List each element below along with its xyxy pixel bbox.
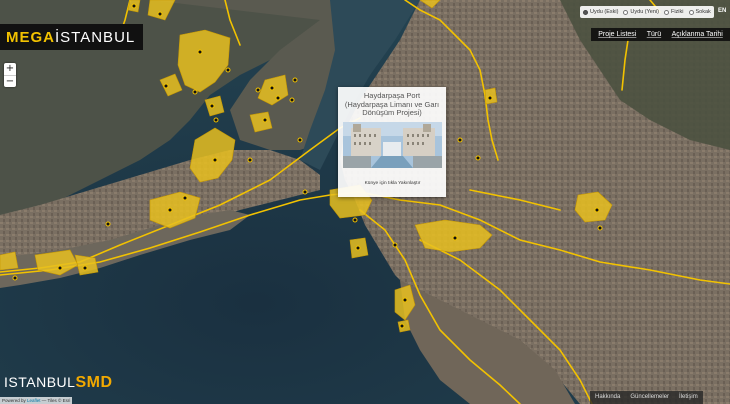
- dot-marker-icon: [475, 155, 481, 161]
- footer-links: Hakkında Güncellemeler İletişim: [590, 391, 703, 404]
- dot-marker-icon: [209, 103, 215, 109]
- popup-title: Haydarpaşa Port (Haydarpaşa Limanı ve Ga…: [344, 91, 440, 117]
- dot-marker-icon: [392, 242, 398, 248]
- layer-option-satellite-old[interactable]: Uydu (Eski): [583, 9, 618, 15]
- project-popup[interactable]: Haydarpaşa Port (Haydarpaşa Limanı ve Ga…: [338, 87, 446, 197]
- dot-marker-icon: [487, 95, 493, 101]
- dot-marker-icon: [192, 89, 198, 95]
- layer-option-label: Sokak: [695, 9, 711, 15]
- attribution-powered-by: Powered by: [2, 398, 28, 403]
- dot-marker-icon: [597, 225, 603, 231]
- menu-announcement-date[interactable]: Açıklanma Tarihi: [672, 31, 723, 38]
- haydarpasa-photo: [343, 122, 442, 168]
- dot-marker-icon: [457, 137, 463, 143]
- logo-mega: MEGA: [6, 29, 55, 46]
- radio-icon[interactable]: [663, 9, 669, 15]
- layer-switcher: Uydu (Eski) Uydu (Yeni) Fiziki Sokak: [580, 6, 714, 18]
- menu-type[interactable]: Türü: [647, 31, 661, 38]
- dot-marker-icon: [262, 117, 268, 123]
- brand-smd: SMD: [75, 374, 113, 391]
- dot-marker-icon: [12, 275, 18, 281]
- dot-marker-icon: [182, 195, 188, 201]
- leaflet-link[interactable]: Leaflet: [27, 398, 41, 403]
- brand-istanbul: ISTANBUL: [4, 374, 76, 390]
- dot-marker-icon: [163, 83, 169, 89]
- dot-marker-icon: [105, 221, 111, 227]
- app-logo[interactable]: MEGAİSTANBUL: [0, 24, 144, 50]
- dot-marker-icon: [213, 117, 219, 123]
- dot-marker-icon: [302, 189, 308, 195]
- language-toggle[interactable]: EN: [718, 8, 726, 14]
- dot-marker-icon: [352, 217, 358, 223]
- layer-option-physical[interactable]: Fiziki: [663, 9, 684, 15]
- popup-caption[interactable]: Künye için tıkla Yakınlaştır: [343, 181, 442, 187]
- dot-marker-icon: [57, 265, 63, 271]
- menu-project-list[interactable]: Proje Listesi: [598, 31, 636, 38]
- popup-photo[interactable]: [343, 122, 442, 168]
- dot-marker-icon: [247, 157, 253, 163]
- layer-option-street[interactable]: Sokak: [688, 9, 711, 15]
- dot-marker-icon: [297, 137, 303, 143]
- dot-marker-icon: [452, 235, 458, 241]
- logo-istanbul: İSTANBUL: [55, 29, 136, 46]
- dot-marker-icon: [594, 207, 600, 213]
- dot-marker-icon: [131, 3, 137, 9]
- attribution-tiles: — Tiles © Esri: [40, 398, 71, 403]
- dot-marker-icon: [269, 85, 275, 91]
- satellite-map[interactable]: [0, 0, 730, 404]
- footer-about-link[interactable]: Hakkında: [590, 391, 625, 404]
- layer-option-label: Fiziki: [670, 9, 684, 15]
- dot-marker-icon: [225, 67, 231, 73]
- dot-marker-icon: [289, 97, 295, 103]
- footer-contact-link[interactable]: İletişim: [674, 391, 703, 404]
- dot-marker-icon: [167, 207, 173, 213]
- radio-selected-icon[interactable]: [583, 9, 588, 15]
- zoom-out-button[interactable]: −: [4, 75, 16, 87]
- dot-marker-icon: [275, 95, 281, 101]
- dot-marker-icon: [292, 77, 298, 83]
- dot-marker-icon: [355, 245, 361, 251]
- layer-option-label: Uydu (Eski): [590, 9, 619, 15]
- dot-marker-icon: [82, 265, 88, 271]
- brand-logo[interactable]: ISTANBULSMD: [4, 374, 113, 392]
- footer-updates-link[interactable]: Güncellemeler: [625, 391, 674, 404]
- radio-icon[interactable]: [623, 9, 629, 15]
- zoom-control: + −: [4, 63, 16, 87]
- dot-marker-icon: [212, 157, 218, 163]
- radio-icon[interactable]: [688, 9, 694, 15]
- zoom-in-button[interactable]: +: [4, 63, 16, 75]
- dot-marker-icon: [157, 11, 163, 17]
- dot-marker-icon: [255, 87, 261, 93]
- layer-option-satellite-new[interactable]: Uydu (Yeni): [623, 9, 659, 15]
- dot-marker-icon: [197, 49, 203, 55]
- layer-option-label: Uydu (Yeni): [630, 9, 659, 15]
- top-menu: Proje Listesi Türü Açıklanma Tarihi: [591, 28, 730, 41]
- dot-marker-icon: [402, 297, 408, 303]
- map-attribution: Powered by Leaflet — Tiles © Esri: [0, 397, 73, 404]
- dot-marker-icon: [399, 323, 405, 329]
